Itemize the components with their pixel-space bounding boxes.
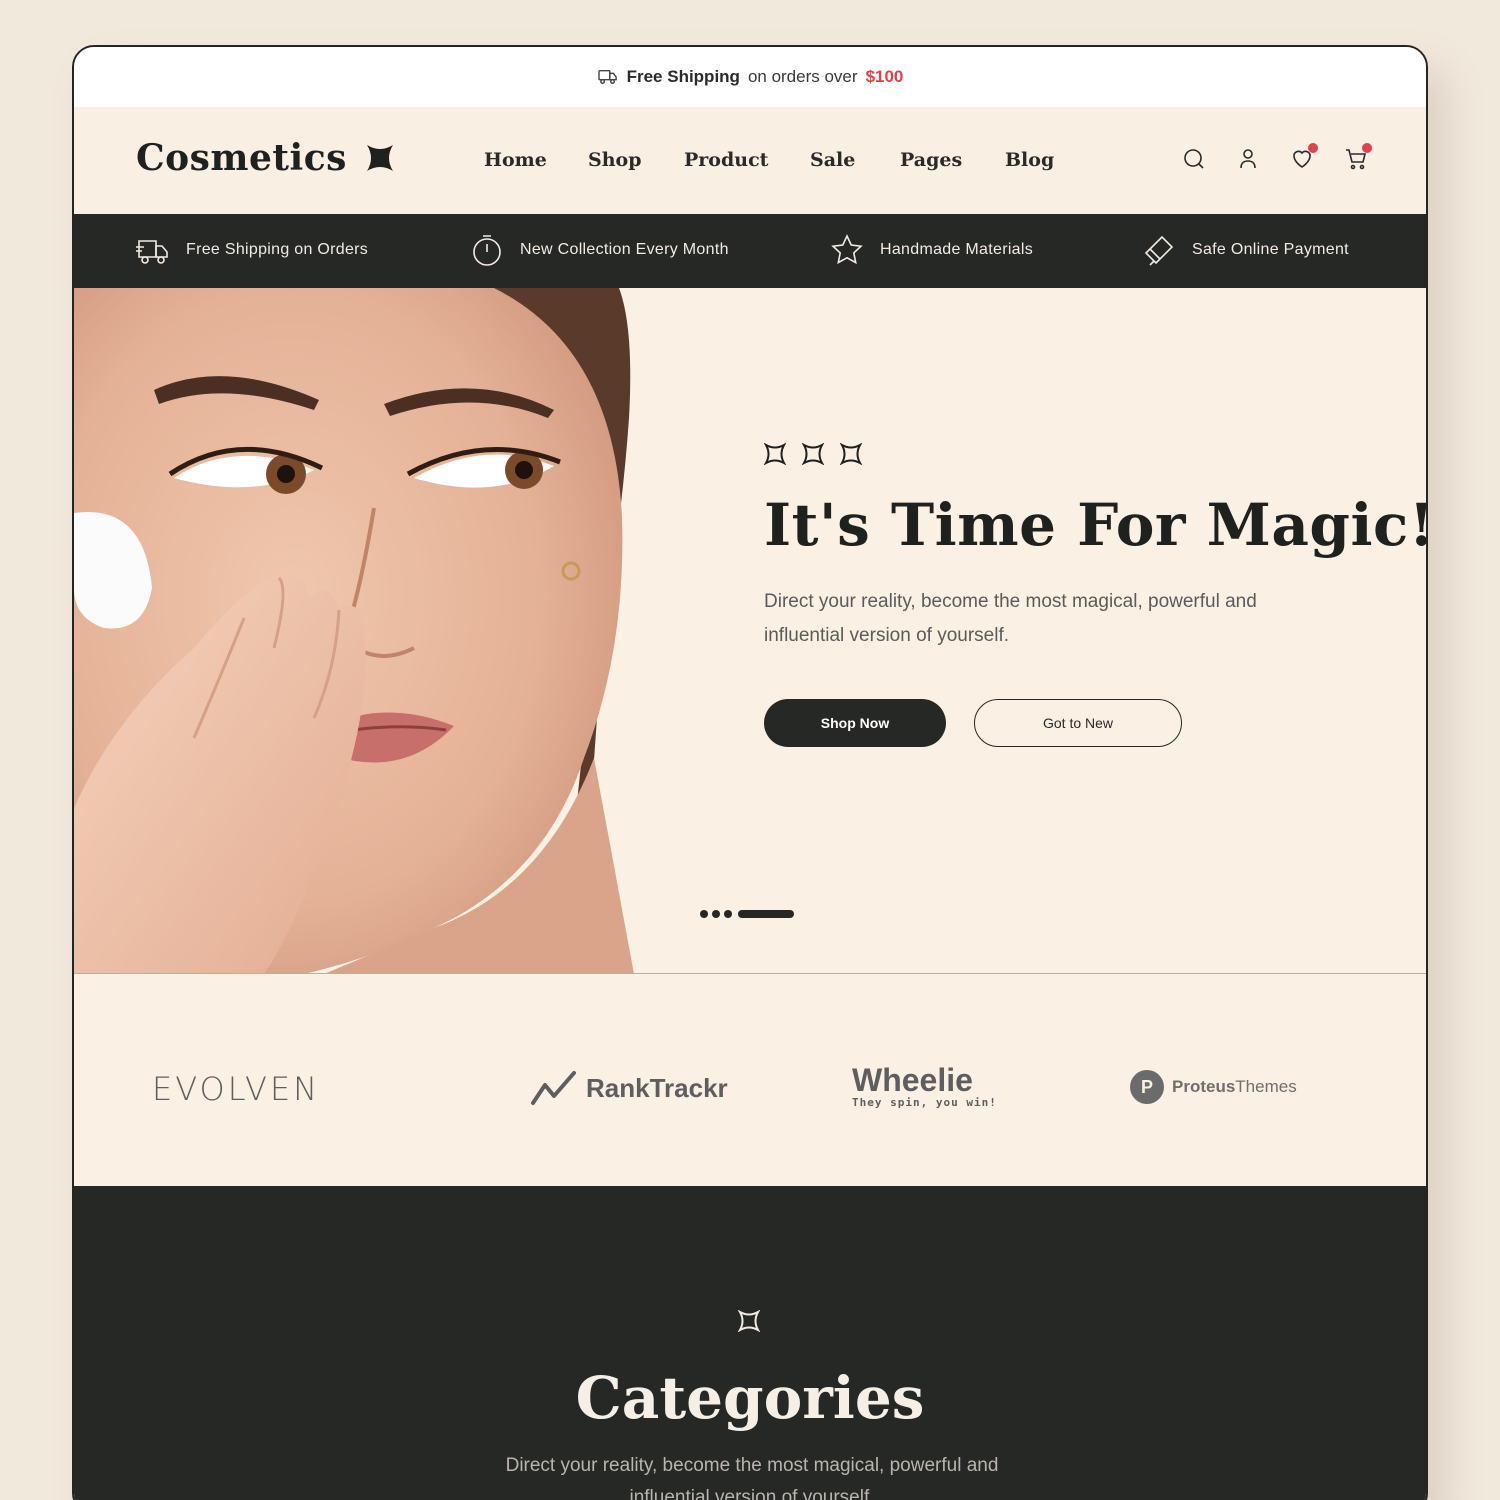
nav-blog[interactable]: Blog [1005,149,1054,171]
logo-sparkle-icon [366,145,393,171]
logo-text: Cosmetics [136,137,347,179]
announcement-bold: Free Shipping [626,67,740,86]
cart-badge [1362,143,1372,153]
slider-pagination [700,910,794,918]
sparkle-icon [802,443,824,465]
announcement-text: on orders over [747,67,858,86]
nav-shop[interactable]: Shop [588,149,684,171]
hero-description: Direct your reality, become the most mag… [764,591,1257,646]
feature-collection-label: New Collection Every Month [520,241,729,258]
logo[interactable]: Cosmetics [136,137,395,179]
card-icon [1144,235,1174,266]
brand-wheelie-name: Wheelie [852,1062,973,1098]
slider-dot-1[interactable] [700,910,708,918]
slider-dot-2[interactable] [712,910,720,918]
brand-proteus-bold: Proteus [1172,1077,1236,1096]
categories-description: Direct your reality, become the most mag… [505,1455,999,1500]
brand-logos: EVOLVEN RankTrackr Wheelie They spin, yo… [74,974,1426,1186]
user-icon[interactable] [1236,147,1260,171]
trend-line-icon [531,1071,576,1105]
feature-collection: New Collection Every Month [470,233,729,267]
brand-proteus-light: Themes [1235,1077,1297,1096]
categories-section: Categories Direct your reality, become t… [74,1186,1426,1500]
sparkle-icon [840,443,862,465]
hero-model-image [74,288,634,973]
brand-evolven[interactable]: EVOLVEN [152,1070,320,1108]
hero-buttons: Shop Now Got to New [764,699,1364,747]
announcement-price: $100 [865,67,904,86]
hero-section: It's Time For Magic! Direct your reality… [74,288,1426,974]
brand-ranktrackr[interactable]: RankTrackr [530,1070,728,1106]
stopwatch-icon [473,235,501,266]
feature-strip: Free Shipping on Orders New Collection E… [74,214,1426,288]
site-header: Cosmetics Home Shop Product Sale Pages B… [74,107,1426,214]
hero-title: It's Time For Magic! [764,491,1426,559]
main-nav: Home Shop Product Sale Pages Blog [484,149,1054,171]
proteus-logo-icon: P [1130,1070,1164,1104]
brand-wheelie-tagline: They spin, you win! [852,1096,997,1109]
wishlist-badge [1308,143,1318,153]
feature-shipping-label: Free Shipping on Orders [186,241,369,258]
star-icon [831,234,863,265]
nav-pages[interactable]: Pages [900,149,1005,171]
brand-ranktrackr-name: RankTrackr [586,1072,728,1103]
shop-now-button[interactable]: Shop Now [764,699,946,747]
nav-product[interactable]: Product [684,149,810,171]
cart-icon[interactable] [1344,143,1372,171]
browser-frame: Free Shipping on orders over $100 Cosmet… [72,45,1428,1500]
got-to-new-button[interactable]: Got to New [974,699,1182,747]
brand-wheelie[interactable]: Wheelie They spin, you win! [852,1064,997,1109]
nav-home[interactable]: Home [484,149,588,171]
categories-title: Categories [575,1364,925,1432]
feature-payment-label: Safe Online Payment [1192,241,1349,258]
feature-handmade: Handmade Materials [830,233,1033,267]
hero-copy: It's Time For Magic! Direct your reality… [764,443,1426,747]
truck-icon [136,240,168,264]
brand-proteusthemes-wordmark: ProteusThemes [1172,1077,1297,1097]
announcement-bar: Free Shipping on orders over $100 [74,47,1426,107]
brand-evolven-name: EVOLVEN [152,1070,321,1108]
heart-icon[interactable] [1290,143,1318,171]
truck-icon [597,69,617,85]
feature-payment: Safe Online Payment [1142,233,1349,267]
slider-dot-active[interactable] [738,910,794,918]
feature-shipping: Free Shipping on Orders [136,233,368,267]
search-icon[interactable] [1182,147,1206,171]
hero-sparkles [764,443,1364,465]
header-icons [1182,143,1372,171]
nav-sale[interactable]: Sale [810,149,900,171]
sparkle-icon [738,1310,760,1332]
slider-dot-3[interactable] [724,910,732,918]
sparkle-icon [764,443,786,465]
feature-handmade-label: Handmade Materials [880,241,1034,258]
brand-proteusthemes[interactable]: P ProteusThemes [1130,1070,1297,1104]
